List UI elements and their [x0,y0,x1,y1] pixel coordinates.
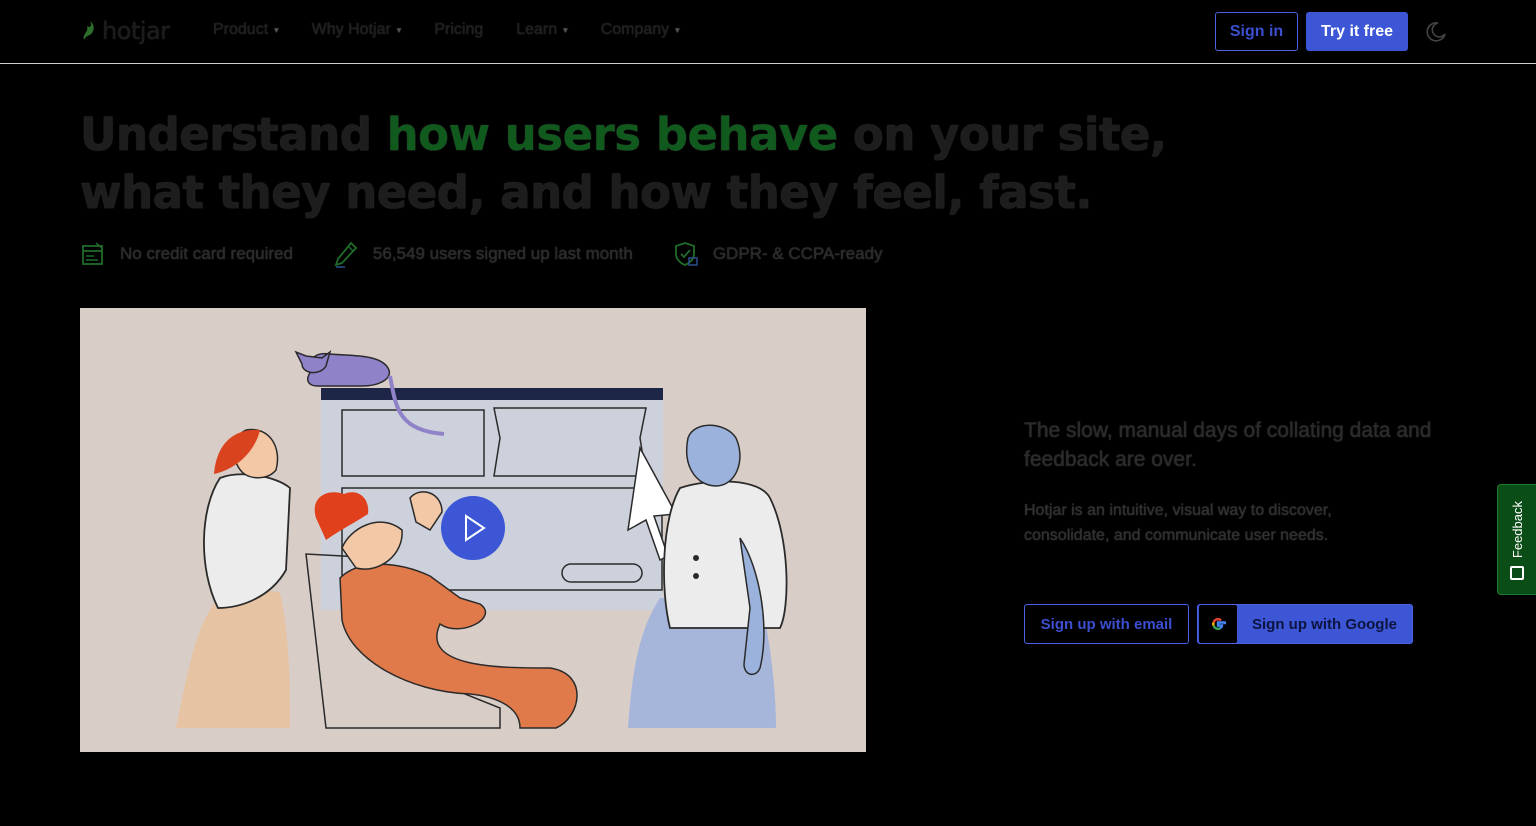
hero-illustration [176,350,788,729]
hotjar-flame-icon [83,21,94,40]
woman-illustration [176,428,291,728]
badge-label: 56,549 users signed up last month [372,244,633,263]
feedback-icon [1510,566,1524,580]
badge-users-signed-up: 56,549 users signed up last month [333,240,633,268]
menu-item-learn[interactable]: Learn ▾ [516,21,567,39]
hotjar-logo[interactable]: hotjar [80,16,170,46]
headline-text-before: Understand [80,108,387,161]
hero-headline: Understand how users behave on your site… [80,106,1200,222]
credit-card-icon [82,242,103,265]
main-menu: Product ▾ Why Hotjar ▾ Pricing Learn ▾ C… [213,21,713,39]
menu-item-why-hotjar[interactable]: Why Hotjar ▾ [312,21,402,39]
chevron-down-icon: ▾ [563,24,568,35]
chevron-down-icon: ▾ [274,24,279,35]
badge-gdpr-ccpa: GDPR- & CCPA-ready [673,240,883,268]
menu-item-label: Company [600,21,670,38]
headline-highlight: how users behave [386,108,839,161]
menu-item-label: Why Hotjar [311,21,391,38]
google-icon [1212,617,1227,631]
feedback-tab[interactable]: Feedback [1497,484,1536,595]
badge-no-credit-card: No credit card required [80,240,293,268]
menu-item-pricing[interactable]: Pricing [434,21,483,39]
chevron-down-icon: ▾ [396,24,402,35]
badge-label: No credit card required [120,244,293,263]
hero-video-illustration[interactable] [80,308,866,752]
google-logo-box [1199,605,1237,643]
top-navigation: hotjar Product ▾ Why Hotjar ▾ Pricing Le… [0,0,1536,64]
hero-subheading: The slow, manual days of collating data … [1024,419,1432,471]
menu-item-company[interactable]: Company ▾ [601,21,680,39]
hero-description: Hotjar is an intuitive, visual way to di… [1024,502,1332,544]
google-button-label: Sign up with Google [1252,615,1397,633]
sign-in-button[interactable]: Sign in [1215,12,1298,51]
menu-item-label: Pricing [434,21,484,38]
feedback-label: Feedback [1509,500,1525,558]
menu-item-label: Learn [516,21,558,38]
play-button[interactable] [441,496,505,560]
pencil-icon [334,241,358,268]
try-it-free-button[interactable]: Try it free [1306,12,1408,51]
sign-up-with-email-button[interactable]: Sign up with email [1024,604,1189,644]
chevron-down-icon: ▾ [675,24,680,35]
moon-icon[interactable] [1424,20,1448,44]
badge-label: GDPR- & CCPA-ready [712,244,883,263]
menu-item-product[interactable]: Product ▾ [213,21,279,39]
logo-text: hotjar [102,17,170,45]
trust-badges: No credit card required 56,549 users sig… [80,240,923,268]
sign-up-with-google-button[interactable]: Sign up with Google [1197,604,1413,644]
shield-check-icon [674,242,698,266]
menu-item-label: Product [213,21,269,38]
